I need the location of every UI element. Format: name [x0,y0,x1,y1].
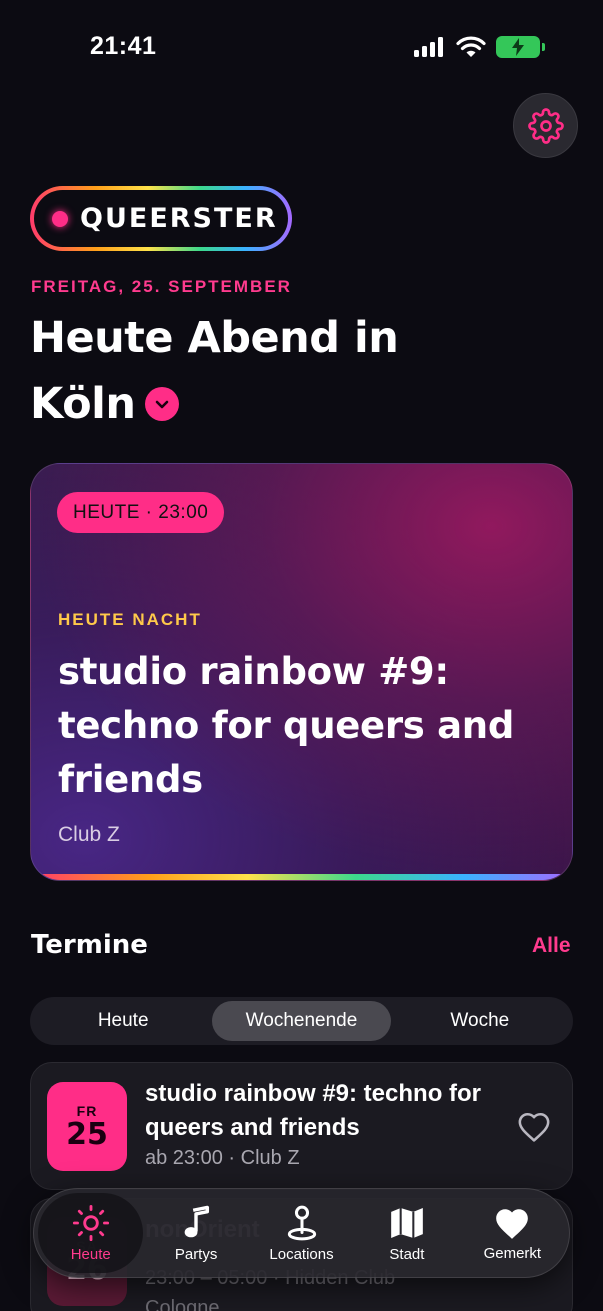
page-title-line: Heute Abend in [30,313,399,363]
favorite-button[interactable] [517,1111,551,1148]
tab-label: Stadt [389,1245,425,1263]
featured-title: studio rainbow #9: techno for queers and… [58,650,515,801]
event-title: studio rainbow #9: techno for queers and… [145,1080,482,1141]
chevron-down-icon [145,386,180,421]
section-title: Termine [31,930,148,960]
city-selector[interactable]: Köln [30,371,490,437]
segment-heute[interactable]: Heute [34,1001,212,1041]
heart-icon [496,1208,529,1239]
tab-bar: Heute Partys Locations Stadt Gemerkt [33,1188,570,1278]
live-dot-icon [52,210,68,227]
tab-label: Partys [174,1245,218,1263]
battery-charging-icon [496,36,545,58]
wifi-icon [456,36,486,57]
list-item[interactable]: FR 25 studio rainbow #9: techno for quee… [30,1062,573,1190]
gear-icon [527,107,564,144]
map-icon [391,1207,423,1238]
status-icons [414,36,545,58]
segment-wochenende[interactable]: Wochenende [212,1001,391,1041]
cellular-signal-icon [414,37,443,57]
rainbow-stripe [31,874,572,880]
tab-label: Gemerkt [483,1244,542,1262]
tab-partys[interactable]: Partys [143,1193,248,1273]
music-note-icon [184,1205,210,1237]
settings-button[interactable] [513,93,578,158]
date-badge-day: 25 [66,1116,108,1152]
status-bar: 21:41 [0,0,603,96]
tab-gemerkt[interactable]: Gemerkt [460,1193,565,1273]
status-time: 21:41 [90,32,157,60]
city-name: Köln [30,379,136,429]
tab-heute[interactable]: Heute [38,1193,144,1273]
tab-label: Heute [70,1245,111,1263]
tab-label: Locations [269,1245,334,1263]
event-meta: ab 23:00 · Club Z [145,1147,300,1169]
segment-woche[interactable]: Woche [391,1001,569,1041]
logo-text: QUEERSTER [80,203,278,234]
date-range-segmented-control: Heute Wochenende Woche [30,997,573,1045]
map-pin-icon [287,1205,316,1240]
featured-venue: Club Z [58,823,120,846]
heart-outline-icon [518,1112,550,1142]
page-title: Heute Abend in Köln [30,305,490,437]
tab-locations[interactable]: Locations [249,1193,354,1273]
tab-stadt[interactable]: Stadt [354,1193,459,1273]
current-date: FREITAG, 25. SEPTEMBER [31,277,292,296]
time-badge: HEUTE · 23:00 [57,492,225,533]
date-badge: FR 25 [47,1082,127,1171]
show-all-link[interactable]: Alle [532,934,571,958]
brand-logo: QUEERSTER [30,186,292,251]
featured-kicker: HEUTE NACHT [58,610,202,629]
sun-icon [72,1204,109,1241]
featured-event-card[interactable]: HEUTE · 23:00 HEUTE NACHT studio rainbow… [30,463,573,881]
